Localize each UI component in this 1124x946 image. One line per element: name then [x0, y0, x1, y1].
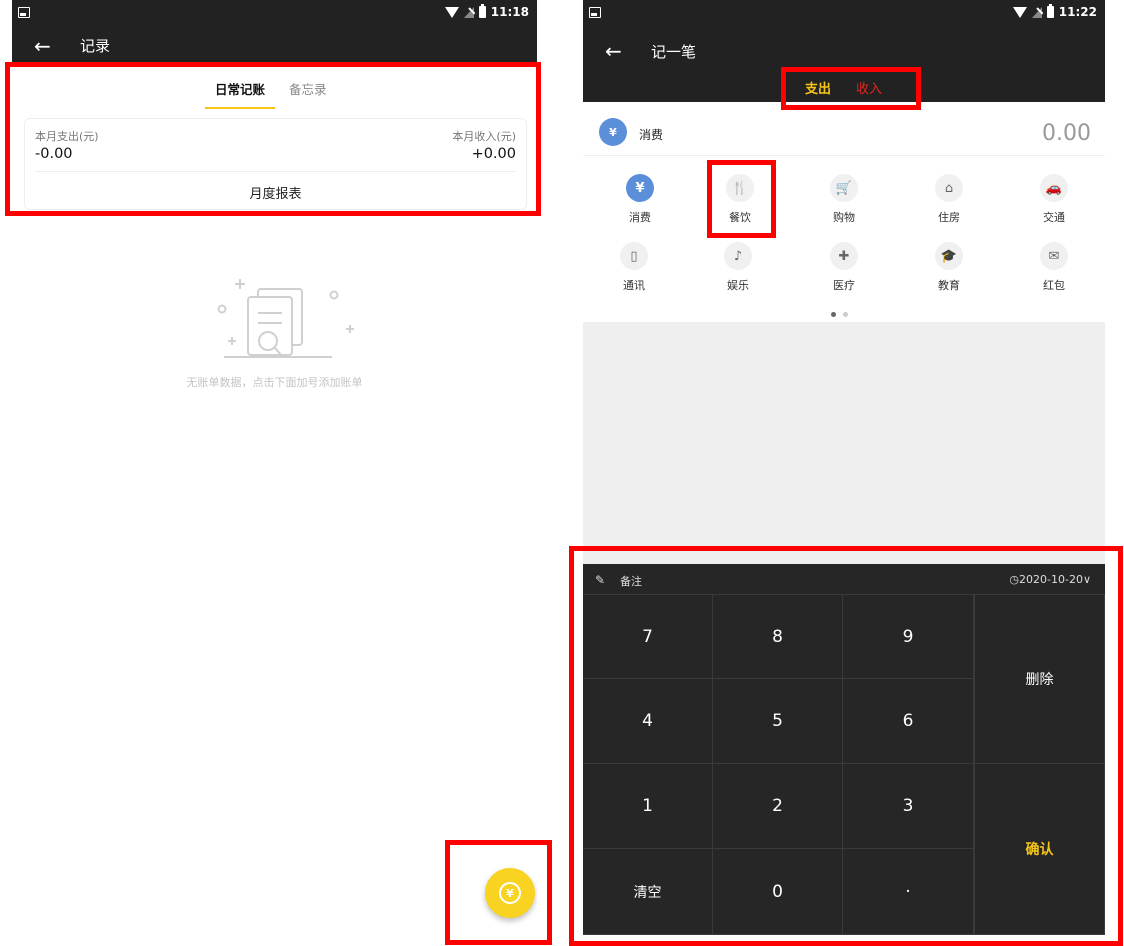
medical-kit-icon: ✚ — [830, 242, 858, 270]
category-label: 交通 — [1043, 211, 1065, 224]
house-icon: ⌂ — [935, 174, 963, 202]
key-2[interactable]: 2 — [713, 764, 843, 849]
tab-income[interactable]: 收入 — [856, 78, 882, 97]
yuan-icon: ¥ — [499, 882, 521, 904]
no-signal-icon — [463, 6, 474, 18]
status-bar: 11:18 — [12, 0, 537, 26]
confirm-button[interactable]: 确认 — [974, 764, 1105, 935]
status-time: 11:22 — [1058, 5, 1097, 19]
tab-expense[interactable]: 支出 — [805, 78, 831, 97]
key-7[interactable]: 7 — [583, 595, 713, 679]
gallery-icon — [589, 7, 601, 18]
date-picker[interactable]: ◷2020-10-20∨ — [1009, 573, 1091, 586]
note-button[interactable]: 备注 — [620, 573, 642, 589]
empty-bill-illustration-icon — [217, 279, 354, 358]
monthly-income-value: +0.00 — [471, 146, 516, 162]
category-education[interactable]: 🎓 教育 — [919, 242, 979, 293]
red-envelope-icon: ✉ — [1040, 242, 1068, 270]
back-arrow-icon[interactable]: ← — [605, 39, 622, 63]
category-housing[interactable]: ⌂ 住房 — [919, 174, 979, 225]
empty-area — [583, 322, 1105, 564]
tab-memo[interactable]: 备忘录 — [289, 82, 327, 98]
microphone-icon: ♪ — [724, 242, 752, 270]
selected-category-label: 消费 — [639, 128, 664, 142]
category-label: 医疗 — [833, 279, 855, 292]
page-indicator — [831, 312, 848, 317]
amount-row: ¥ 消费 0.00 — [583, 102, 1105, 156]
page-dot-active — [831, 312, 836, 317]
active-tab-indicator — [205, 107, 275, 109]
status-time: 11:18 — [490, 5, 529, 19]
decimal-point-key[interactable]: · — [843, 849, 974, 935]
number-keypad: ✎ 备注 ◷2020-10-20∨ 7 8 9 4 5 6 1 2 3 清空 0… — [583, 564, 1105, 935]
category-shopping[interactable]: 🛒 购物 — [814, 174, 874, 225]
category-label: 购物 — [833, 211, 855, 224]
clear-button[interactable]: 清空 — [583, 849, 713, 935]
category-entertainment[interactable]: ♪ 娱乐 — [708, 242, 768, 293]
category-red-packet[interactable]: ✉ 红包 — [1024, 242, 1084, 293]
monthly-income-label: 本月收入(元) — [452, 130, 516, 143]
category-medical[interactable]: ✚ 医疗 — [814, 242, 874, 293]
keypad-toolbar: ✎ 备注 ◷2020-10-20∨ — [583, 564, 1105, 595]
key-9[interactable]: 9 — [843, 595, 974, 679]
amount-display: 0.00 — [1042, 121, 1091, 146]
category-grid: ¥ 消费 🍴 餐饮 🛒 购物 ⌂ 住房 🚗 交通 ▯ 通讯 ♪ 娱乐 ✚ 医疗 … — [583, 166, 1105, 322]
monthly-report-button[interactable]: 月度报表 — [25, 183, 526, 202]
gallery-icon — [18, 7, 30, 18]
category-label: 消费 — [629, 211, 651, 224]
category-label: 红包 — [1043, 279, 1065, 292]
category-label: 通讯 — [623, 279, 645, 292]
delete-button[interactable]: 删除 — [974, 595, 1105, 764]
key-3[interactable]: 3 — [843, 764, 974, 849]
key-5[interactable]: 5 — [713, 679, 843, 764]
page-dot — [843, 312, 848, 317]
category-label: 餐饮 — [729, 211, 751, 224]
key-8[interactable]: 8 — [713, 595, 843, 679]
monthly-expense-label: 本月支出(元) — [35, 130, 99, 143]
no-signal-icon — [1031, 6, 1042, 18]
record-screen: 11:18 ← 记录 日常记账 备忘录 本月支出(元) -0.00 本月收入(元… — [12, 0, 537, 946]
key-6[interactable]: 6 — [843, 679, 974, 764]
fork-knife-icon: 🍴 — [726, 174, 754, 202]
category-label: 教育 — [938, 279, 960, 292]
battery-icon — [1046, 4, 1054, 18]
add-bill-button[interactable]: ¥ — [485, 868, 535, 918]
status-bar: 11:22 — [583, 0, 1105, 26]
page-title: 记一笔 — [651, 43, 697, 61]
page-title: 记录 — [80, 37, 111, 55]
category-label: 住房 — [938, 211, 960, 224]
key-1[interactable]: 1 — [583, 764, 713, 849]
phone-icon: ▯ — [620, 242, 648, 270]
category-label: 娱乐 — [727, 279, 749, 292]
category-dining[interactable]: 🍴 餐饮 — [710, 174, 770, 225]
car-icon: 🚗 — [1040, 174, 1068, 202]
consumption-icon: ¥ — [626, 174, 654, 202]
empty-state-text: 无账单数据，点击下面加号添加账单 — [186, 376, 363, 389]
add-entry-screen: 11:22 ← 记一笔 支出 收入 ¥ 消费 0.00 ¥ 消费 🍴 餐饮 🛒 … — [583, 0, 1105, 935]
tab-daily-bookkeeping[interactable]: 日常记账 — [215, 82, 265, 98]
monthly-expense-value: -0.00 — [35, 146, 73, 162]
category-transport[interactable]: 🚗 交通 — [1024, 174, 1084, 225]
graduation-cap-icon: 🎓 — [935, 242, 963, 270]
divider — [35, 171, 516, 172]
record-tabs: 日常记账 备忘录 — [12, 66, 537, 112]
app-bar: ← 记一笔 支出 收入 — [583, 26, 1105, 102]
app-bar: ← 记录 — [12, 26, 537, 66]
battery-icon — [478, 4, 486, 18]
category-consumption[interactable]: ¥ 消费 — [610, 174, 670, 225]
consumption-icon: ¥ — [599, 118, 627, 146]
cart-icon: 🛒 — [830, 174, 858, 202]
pencil-icon: ✎ — [595, 573, 606, 587]
key-4[interactable]: 4 — [583, 679, 713, 764]
monthly-summary-card: 本月支出(元) -0.00 本月收入(元) +0.00 月度报表 — [24, 118, 527, 210]
back-arrow-icon[interactable]: ← — [34, 34, 51, 58]
wifi-icon — [1012, 6, 1027, 18]
category-telecom[interactable]: ▯ 通讯 — [604, 242, 664, 293]
wifi-icon — [444, 6, 459, 18]
key-0[interactable]: 0 — [713, 849, 843, 935]
